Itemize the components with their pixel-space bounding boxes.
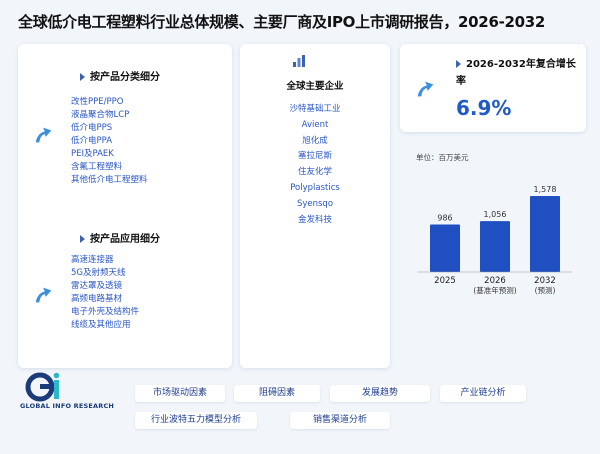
list-item[interactable]: 其他低介电工程塑料 bbox=[71, 174, 148, 187]
tag-sales-channels[interactable]: 销售渠道分析 bbox=[290, 412, 390, 429]
company-item[interactable]: 沙特基础工业 bbox=[240, 102, 390, 118]
tag-trends[interactable]: 发展趋势 bbox=[330, 385, 430, 402]
companies-list: 沙特基础工业 Avient 旭化成 塞拉尼斯 住友化学 Polyplastics… bbox=[240, 102, 390, 228]
tag-porter-five-forces[interactable]: 行业波特五力模型分析 bbox=[135, 412, 257, 429]
company-item[interactable]: Avient bbox=[240, 118, 390, 134]
growth-arrow-icon bbox=[35, 287, 52, 303]
bar-value-label: 986 bbox=[437, 214, 452, 223]
list-item[interactable]: 线缆及其他应用 bbox=[71, 319, 139, 332]
logo-text: GLOBAL INFO RESEARCH bbox=[20, 402, 115, 410]
cagr-value: 6.9% bbox=[456, 96, 512, 120]
list-item[interactable]: PEI及PAEK bbox=[71, 148, 148, 161]
cagr-panel: 2026-2032年复合增长率 6.9% bbox=[400, 44, 586, 132]
market-size-chart-panel: 单位：百万美元 986 2025 1,056 2026 (基准年预测) 1,578 2032… bbox=[400, 140, 586, 370]
growth-arrow-icon bbox=[417, 81, 434, 97]
triangle-bullet-icon bbox=[456, 60, 461, 68]
gir-logo-icon bbox=[25, 372, 60, 402]
x-tick-label: 2026 bbox=[484, 276, 506, 286]
chart-bar bbox=[530, 196, 560, 272]
x-tick-label: 2025 bbox=[434, 276, 456, 286]
list-item[interactable]: 5G及射频天线 bbox=[71, 267, 139, 280]
list-item[interactable]: 含氟工程塑料 bbox=[71, 161, 148, 174]
list-item[interactable]: 高频电路基材 bbox=[71, 293, 139, 306]
company-item[interactable]: 住友化学 bbox=[240, 165, 390, 181]
chart-bar bbox=[480, 221, 510, 272]
chart-bar bbox=[430, 224, 460, 272]
application-heading: 按产品应用细分 bbox=[80, 230, 160, 245]
companies-panel: 全球主要企业 沙特基础工业 Avient 旭化成 塞拉尼斯 住友化学 Polyp… bbox=[240, 44, 390, 368]
page-title: 全球低介电工程塑料行业总体规模、主要厂商及IPO上市调研报告，2026-2032 bbox=[18, 13, 546, 31]
market-size-bar-chart: 986 2025 1,056 2026(基准年预测) 1,578 2032(预测) bbox=[418, 185, 572, 295]
product-type-heading: 按产品分类细分 bbox=[80, 68, 160, 83]
growth-arrow-icon bbox=[35, 127, 52, 143]
list-item[interactable]: 改性PPE/PPO bbox=[71, 96, 148, 109]
triangle-bullet-icon bbox=[80, 73, 85, 81]
company-item[interactable]: Syensqo bbox=[240, 197, 390, 213]
company-item[interactable]: 金发科技 bbox=[240, 213, 390, 229]
segment-panel: 按产品分类细分 改性PPE/PPO 液晶聚合物LCP 低介电PPS 低介电PPA… bbox=[18, 44, 232, 368]
list-item[interactable]: 低介电PPS bbox=[71, 122, 148, 135]
x-tick-label: 2032 bbox=[534, 276, 556, 286]
company-item[interactable]: 旭化成 bbox=[240, 134, 390, 150]
company-item[interactable]: Polyplastics bbox=[240, 181, 390, 197]
list-item[interactable]: 高速连接器 bbox=[71, 254, 139, 267]
list-item[interactable]: 液晶聚合物LCP bbox=[71, 109, 148, 122]
x-tick-sublabel: (预测) bbox=[535, 285, 556, 295]
product-type-list: 改性PPE/PPO 液晶聚合物LCP 低介电PPS 低介电PPA PEI及PAE… bbox=[71, 96, 148, 187]
tag-industry-chain[interactable]: 产业链分析 bbox=[440, 385, 526, 402]
x-tick-sublabel: (基准年预测) bbox=[473, 285, 516, 295]
bar-value-label: 1,056 bbox=[484, 210, 507, 219]
list-item[interactable]: 低介电PPA bbox=[71, 135, 148, 148]
tag-restraints[interactable]: 阻碍因素 bbox=[234, 385, 320, 402]
companies-heading: 全球主要企业 bbox=[286, 81, 344, 92]
tag-drivers[interactable]: 市场驱动因素 bbox=[135, 385, 225, 402]
company-item[interactable]: 塞拉尼斯 bbox=[240, 149, 390, 165]
application-list: 高速连接器 5G及射频天线 雷达罩及透镜 高频电路基材 电子外壳及结构件 线缆及… bbox=[71, 254, 139, 332]
bar-chart-icon bbox=[293, 55, 305, 67]
list-item[interactable]: 雷达罩及透镜 bbox=[71, 280, 139, 293]
chart-unit-label: 单位：百万美元 bbox=[416, 153, 469, 162]
cagr-label: 2026-2032年复合增长率 bbox=[456, 59, 576, 87]
bar-value-label: 1,578 bbox=[534, 185, 557, 194]
triangle-bullet-icon bbox=[80, 235, 85, 243]
list-item[interactable]: 电子外壳及结构件 bbox=[71, 306, 139, 319]
